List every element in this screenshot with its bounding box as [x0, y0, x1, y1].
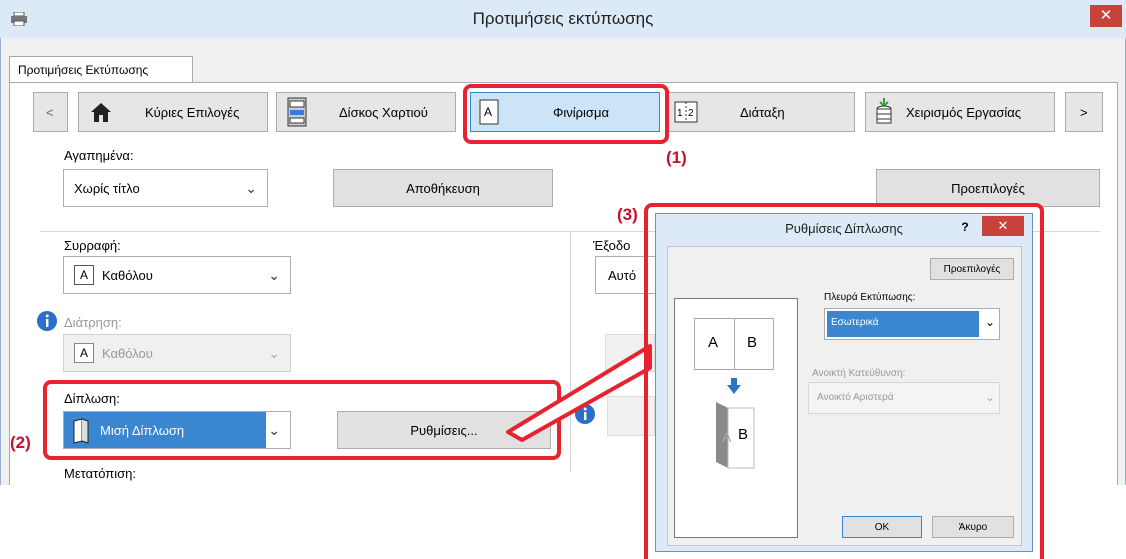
svg-text:A: A — [722, 429, 732, 445]
preview-letter-a: A — [708, 334, 719, 351]
preview-fold-line — [734, 318, 735, 370]
print-side-value: Εσωτερικά — [831, 317, 879, 328]
help-button[interactable]: ? — [955, 218, 975, 236]
callout-3: (3) — [617, 205, 638, 224]
print-side-label: Πλευρά Εκτύπωσης: — [824, 292, 916, 303]
folded-sheet-letter-b: B — [738, 426, 749, 443]
dialog-title: Ρυθμίσεις Δίπλωσης — [785, 221, 903, 236]
ok-button[interactable]: OK — [842, 516, 922, 538]
folded-sheet-icon: A — [716, 402, 755, 469]
chevron-down-icon: ⌄ — [985, 390, 996, 404]
open-direction-value: Ανοικτό Αριστερά — [817, 392, 894, 403]
cancel-button[interactable]: Άκυρο — [932, 516, 1014, 538]
dialog-close-button[interactable]: ✕ — [982, 216, 1024, 236]
arrow-down-icon — [727, 378, 741, 394]
open-direction-dropdown[interactable]: Ανοικτό Αριστερά ⌄ — [808, 382, 1000, 414]
dialog-defaults-button[interactable]: Προεπιλογές — [930, 258, 1014, 280]
preview-letter-b: B — [747, 334, 758, 351]
chevron-down-icon: ⌄ — [985, 315, 996, 329]
print-side-dropdown[interactable]: Εσωτερικά ⌄ — [824, 308, 1000, 340]
open-direction-label: Ανοικτή Κατεύθυνση: — [812, 368, 906, 379]
